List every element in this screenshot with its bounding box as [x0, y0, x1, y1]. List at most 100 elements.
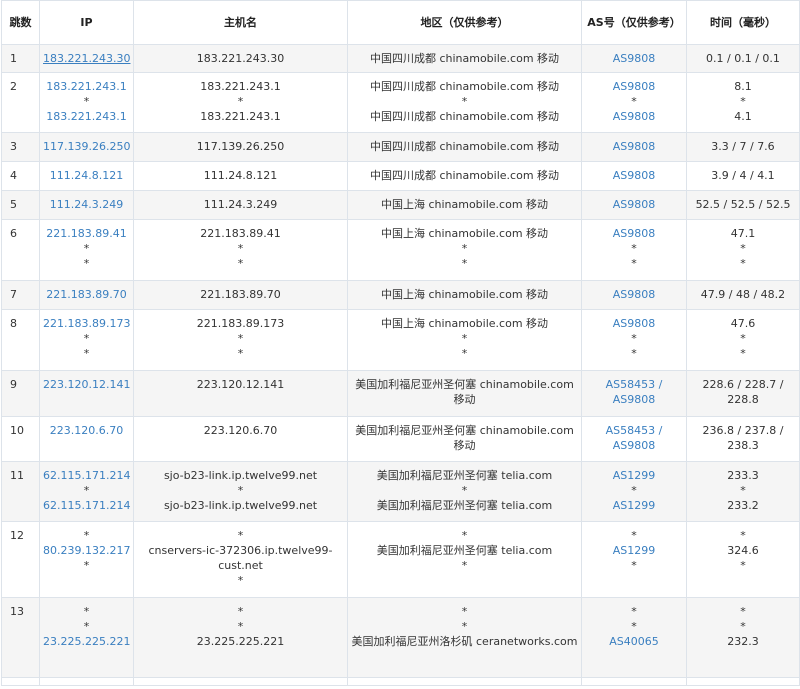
timeout-marker: * [631, 605, 637, 618]
as-link[interactable]: AS1299 [585, 543, 683, 558]
timeout-marker: * [237, 484, 244, 497]
as-link[interactable]: AS9808 [585, 139, 683, 154]
cell-time: 52.5 / 52.5 / 52.5 [686, 190, 800, 220]
timeout-marker: * [631, 529, 637, 542]
as-link[interactable]: AS9808 [585, 51, 683, 66]
cell-as: AS1299 * AS1299 [581, 461, 687, 522]
timeout-marker: * [740, 529, 746, 542]
as-link[interactable]: AS9808 [585, 316, 683, 331]
cell-region: 中国上海 chinamobile.com 移动 [347, 280, 582, 310]
cell-ip: 117.139.26.250 [39, 132, 134, 162]
cell-as: AS58453 / AS9808 [581, 370, 687, 417]
as-link[interactable]: AS9808 [585, 109, 683, 124]
hostname-text: 183.221.243.1 [200, 110, 281, 123]
timeout-marker: * [631, 620, 637, 633]
header-row: 跳数 IP 主机名 地区（仅供参考） AS号（仅供参考） 时间（毫秒） [1, 0, 800, 45]
cell-region: 中国上海 chinamobile.com 移动 * * [347, 219, 582, 281]
hostname-text: cnservers-ic-372306.ip.twelve99-cust.net [148, 544, 333, 572]
timeout-marker: * [83, 257, 90, 270]
ip-link[interactable]: 223.120.12.141 [43, 377, 130, 392]
cell-host: * * 23.225.225.221 [133, 597, 348, 678]
hostname-text: 111.24.8.121 [203, 169, 278, 182]
timeout-marker: * [83, 559, 90, 572]
ip-link[interactable]: 183.221.243.30 [43, 51, 130, 66]
as-link[interactable]: AS9808 [585, 287, 683, 302]
as-link[interactable]: AS40065 [585, 634, 683, 649]
timeout-marker: * [631, 257, 637, 270]
as-link[interactable]: AS1299 [585, 468, 683, 483]
as-link[interactable]: AS9808 [585, 197, 683, 212]
ip-link[interactable]: 23.225.225.221 [43, 634, 130, 649]
cell-host: 183.221.243.1 * 183.221.243.1 [133, 72, 348, 133]
cell-time: 228.6 / 228.7 / 228.8 [686, 370, 800, 417]
hostname-text: 111.24.3.249 [203, 198, 278, 211]
ip-link[interactable]: 62.115.171.214 [43, 498, 130, 513]
latency-text: 52.5 / 52.5 / 52.5 [695, 198, 791, 211]
cell-host: 111.24.8.121 [133, 161, 348, 191]
hop-number: 11 [1, 461, 40, 522]
table-row: 1 183.221.243.30 183.221.243.30 中国四川成都 chin… [1, 44, 800, 73]
table-row: 10 223.120.6.70 223.120.6.70 美国加利福尼亚州圣何塞 ch… [1, 416, 800, 462]
latency-text: 47.9 / 48 / 48.2 [700, 288, 786, 301]
col-header-as: AS号（仅供参考） [581, 0, 687, 45]
table-row [1, 677, 800, 686]
as-link[interactable]: AS58453 / AS9808 [585, 377, 683, 407]
cell-host: 223.120.6.70 [133, 416, 348, 462]
timeout-marker: * [631, 484, 637, 497]
ip-link[interactable]: 183.221.243.1 [43, 79, 130, 94]
as-link[interactable]: AS9808 [585, 226, 683, 241]
as-link[interactable]: AS58453 / AS9808 [585, 423, 683, 453]
latency-text: 236.8 / 237.8 / 238.3 [702, 424, 784, 452]
cell-host: * cnservers-ic-372306.ip.twelve99-cust.ne… [133, 521, 348, 598]
cell-as: AS9808 [581, 190, 687, 220]
timeout-marker: * [631, 95, 637, 108]
cell-region: 中国四川成都 chinamobile.com 移动 [347, 161, 582, 191]
hostname-text: 183.221.243.30 [196, 52, 285, 65]
region-text: 美国加利福尼亚州圣何塞 telia.com [376, 544, 553, 557]
table-row: 2 183.221.243.1 * 183.221.243.1 183.221.243.… [1, 72, 800, 133]
cell-host: 221.183.89.41 * * [133, 219, 348, 281]
hop-number: 6 [1, 219, 40, 281]
cell-as: AS9808 * * [581, 309, 687, 371]
ip-link[interactable]: 221.183.89.70 [43, 287, 130, 302]
as-link[interactable]: AS1299 [585, 498, 683, 513]
ip-link[interactable]: 111.24.8.121 [43, 168, 130, 183]
hostname-text: 221.183.89.70 [200, 288, 281, 301]
ip-link[interactable]: 62.115.171.214 [43, 468, 130, 483]
region-text: 中国上海 chinamobile.com 移动 [380, 288, 549, 301]
cell-time [686, 677, 800, 686]
cell-region: 中国四川成都 chinamobile.com 移动 * 中国四川成都 chinamo… [347, 72, 582, 133]
hop-number: 13 [1, 597, 40, 678]
latency-text: 232.3 [727, 635, 759, 648]
cell-region: 美国加利福尼亚州圣何塞 telia.com * 美国加利福尼亚州圣何塞 telia.… [347, 461, 582, 522]
cell-time: 47.1 * * [686, 219, 800, 281]
latency-text: 4.1 [734, 110, 752, 123]
cell-region: 中国四川成都 chinamobile.com 移动 [347, 132, 582, 162]
as-link[interactable]: AS9808 [585, 79, 683, 94]
ip-link[interactable]: 221.183.89.41 [43, 226, 130, 241]
ip-link[interactable]: 80.239.132.217 [43, 543, 130, 558]
ip-link[interactable]: 223.120.6.70 [43, 423, 130, 438]
timeout-marker: * [631, 242, 637, 255]
table-header: 跳数 IP 主机名 地区（仅供参考） AS号（仅供参考） 时间（毫秒） [1, 0, 800, 45]
cell-ip: 223.120.6.70 [39, 416, 134, 462]
cell-region [347, 677, 582, 686]
cell-ip: 223.120.12.141 [39, 370, 134, 417]
cell-ip [39, 677, 134, 686]
ip-link[interactable]: 221.183.89.173 [43, 316, 130, 331]
ip-link[interactable]: 183.221.243.1 [43, 109, 130, 124]
timeout-marker: * [237, 574, 244, 587]
ip-link[interactable]: 111.24.3.249 [43, 197, 130, 212]
col-header-hop: 跳数 [1, 0, 40, 45]
ip-link[interactable]: 117.139.26.250 [43, 139, 130, 154]
cell-time: 0.1 / 0.1 / 0.1 [686, 44, 800, 73]
table-row: 12 * 80.239.132.217 * * cnservers-ic-372306.i… [1, 521, 800, 598]
hop-number: 2 [1, 72, 40, 133]
timeout-marker: * [237, 347, 244, 360]
timeout-marker: * [740, 484, 746, 497]
hostname-text: 223.120.12.141 [196, 378, 285, 391]
timeout-marker: * [631, 559, 637, 572]
latency-text: 324.6 [727, 544, 759, 557]
timeout-marker: * [237, 605, 244, 618]
as-link[interactable]: AS9808 [585, 168, 683, 183]
